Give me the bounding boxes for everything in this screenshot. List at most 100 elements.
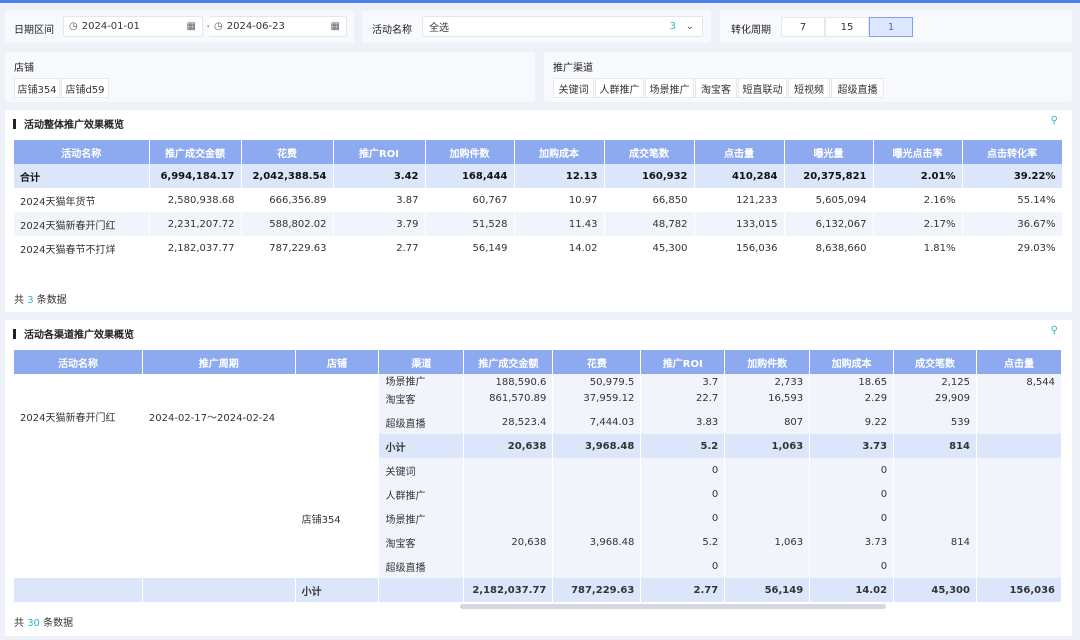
table-cell: 29,909 <box>893 386 977 410</box>
cycle-option-15[interactable]: 15 <box>825 17 869 37</box>
column-header[interactable]: 花费 <box>241 140 334 164</box>
column-header[interactable]: 渠道 <box>378 350 465 374</box>
shop-cell: 店铺354 <box>295 458 380 578</box>
table-cell: 0 <box>640 506 726 530</box>
table-cell: 场景推广 <box>378 506 465 530</box>
table-cell <box>463 482 554 506</box>
activity-label: 活动名称 <box>372 25 412 36</box>
channel-tag[interactable]: 短直联动 <box>738 78 787 98</box>
column-header[interactable]: 店铺 <box>295 350 380 374</box>
table-cell <box>724 554 811 578</box>
cycle-option-1[interactable]: 1 <box>869 17 913 37</box>
activity-count: 3 <box>669 21 676 32</box>
calendar-icon[interactable]: ▦ <box>187 21 196 32</box>
column-header[interactable]: 推广ROI <box>640 350 726 374</box>
channel-tag[interactable]: 场景推广 <box>645 78 694 98</box>
table-cell: 160,932 <box>604 164 695 188</box>
table-cell <box>724 482 811 506</box>
table-cell: 51,528 <box>425 212 515 236</box>
table-cell: 5,605,094 <box>784 188 874 212</box>
activity-value: 全选 <box>429 23 449 34</box>
table-cell: 5.2 <box>640 530 726 554</box>
table-cell: 814 <box>893 530 977 554</box>
shop-tag[interactable]: 店铺354 <box>14 78 60 98</box>
table-cell: 8,544 <box>976 374 1062 386</box>
calendar-icon[interactable]: ▦ <box>331 21 340 32</box>
table-cell: 14.02 <box>514 236 605 260</box>
date-end-value: 2024-06-23 <box>226 21 285 32</box>
table-cell <box>552 506 642 530</box>
column-header[interactable]: 点击转化率 <box>962 140 1063 164</box>
chevron-down-icon[interactable]: ⌄ <box>686 21 694 32</box>
channel-tag[interactable]: 短视频 <box>788 78 830 98</box>
column-header[interactable]: 点击量 <box>976 350 1062 374</box>
cycle-option-7[interactable]: 7 <box>781 17 825 37</box>
column-header[interactable]: 推广ROI <box>333 140 426 164</box>
table-cell: 156,036 <box>976 578 1062 602</box>
table-cell: 807 <box>724 410 811 434</box>
date-end-field[interactable]: ◷ 2024-06-23 ▦ <box>209 16 347 37</box>
subtotal-label: 小计 <box>295 578 380 602</box>
table-header-row: 活动名称 推广成交金额 花费 推广ROI 加购件数 加购成本 成交笔数 点击量 曝光量 曝光点击率… <box>14 140 1063 164</box>
column-header[interactable]: 推广成交金额 <box>149 140 242 164</box>
table-cell: 56,149 <box>724 578 811 602</box>
shop-tag[interactable]: 店铺d59 <box>61 78 109 98</box>
overview-footer: 共 3 条数据 <box>14 295 67 306</box>
column-header[interactable]: 活动名称 <box>14 140 150 164</box>
table-cell: 0 <box>809 482 895 506</box>
column-header[interactable]: 活动名称 <box>14 350 143 374</box>
column-header[interactable]: 曝光量 <box>784 140 874 164</box>
table-cell: 10.97 <box>514 188 605 212</box>
table-cell: 14.02 <box>809 578 895 602</box>
table-cell <box>976 434 1062 458</box>
table-row: 店铺354 关键词 0 0 <box>14 458 1062 578</box>
column-header[interactable]: 推广周期 <box>142 350 296 374</box>
activity-cell <box>14 578 143 602</box>
table-cell: 787,229.63 <box>241 236 334 260</box>
table-cell: 8,638,660 <box>784 236 874 260</box>
table-cell: 3.42 <box>333 164 426 188</box>
table-cell: 18.65 <box>809 374 895 386</box>
activity-select[interactable]: 全选 3 ⌄ <box>422 16 703 37</box>
table-cell: 588,802.02 <box>241 212 334 236</box>
channel-tag[interactable]: 超级直播 <box>831 78 884 98</box>
channel-table: 活动名称 推广周期 店铺 渠道 推广成交金额 花费 推广ROI 加购件数 加购成本 成交笔数 点击量… <box>14 350 1062 602</box>
column-header[interactable]: 曝光点击率 <box>873 140 963 164</box>
overview-title: 活动整体推广效果概览 <box>13 116 124 131</box>
date-range-label: 日期区间 <box>14 25 54 36</box>
channel-tag[interactable]: 淘宝客 <box>695 78 737 98</box>
channel-table-viewport[interactable]: 活动名称 推广周期 店铺 渠道 推广成交金额 花费 推广ROI 加购件数 加购成本 成交笔数 点击量… <box>14 350 1062 610</box>
date-start-value: 2024-01-01 <box>81 21 140 32</box>
channel-tag[interactable]: 关键词 <box>553 78 594 98</box>
column-header[interactable]: 加购成本 <box>514 140 605 164</box>
date-start-field[interactable]: ◷ 2024-01-01 ▦ <box>63 16 203 37</box>
horizontal-scrollbar[interactable] <box>460 604 886 609</box>
column-header[interactable]: 成交笔数 <box>604 140 695 164</box>
table-cell: 2024天猫新春开门红 <box>14 212 150 236</box>
filter-settings-icon[interactable]: ⚲ <box>1051 115 1058 126</box>
column-header[interactable]: 花费 <box>552 350 642 374</box>
column-header[interactable]: 成交笔数 <box>893 350 977 374</box>
channel-tag[interactable]: 人群推广 <box>595 78 644 98</box>
table-cell: 60,767 <box>425 188 515 212</box>
table-cell: 3.73 <box>809 530 895 554</box>
table-cell: 超级直播 <box>378 410 465 434</box>
table-cell: 3.7 <box>640 374 726 386</box>
table-cell: 1.81% <box>873 236 963 260</box>
column-header[interactable]: 加购成本 <box>809 350 895 374</box>
table-cell: 56,149 <box>425 236 515 260</box>
table-cell: 66,850 <box>604 188 695 212</box>
channel-panel: 活动各渠道推广效果概览 ⚲ 活动名称 推广周期 店铺 渠道 推广成交金额 花费 推广ROI 加… <box>5 320 1072 636</box>
table-cell <box>552 458 642 482</box>
table-cell <box>378 578 465 602</box>
column-header[interactable]: 推广成交金额 <box>463 350 554 374</box>
period-cell <box>142 458 296 578</box>
column-header[interactable]: 点击量 <box>694 140 785 164</box>
column-header[interactable]: 加购件数 <box>724 350 811 374</box>
table-cell: 16,593 <box>724 386 811 410</box>
column-header[interactable]: 加购件数 <box>425 140 515 164</box>
filter-settings-icon[interactable]: ⚲ <box>1051 325 1058 336</box>
table-cell: 2,182,037.77 <box>149 236 242 260</box>
table-cell: 0 <box>640 458 726 482</box>
table-cell: 20,638 <box>463 530 554 554</box>
